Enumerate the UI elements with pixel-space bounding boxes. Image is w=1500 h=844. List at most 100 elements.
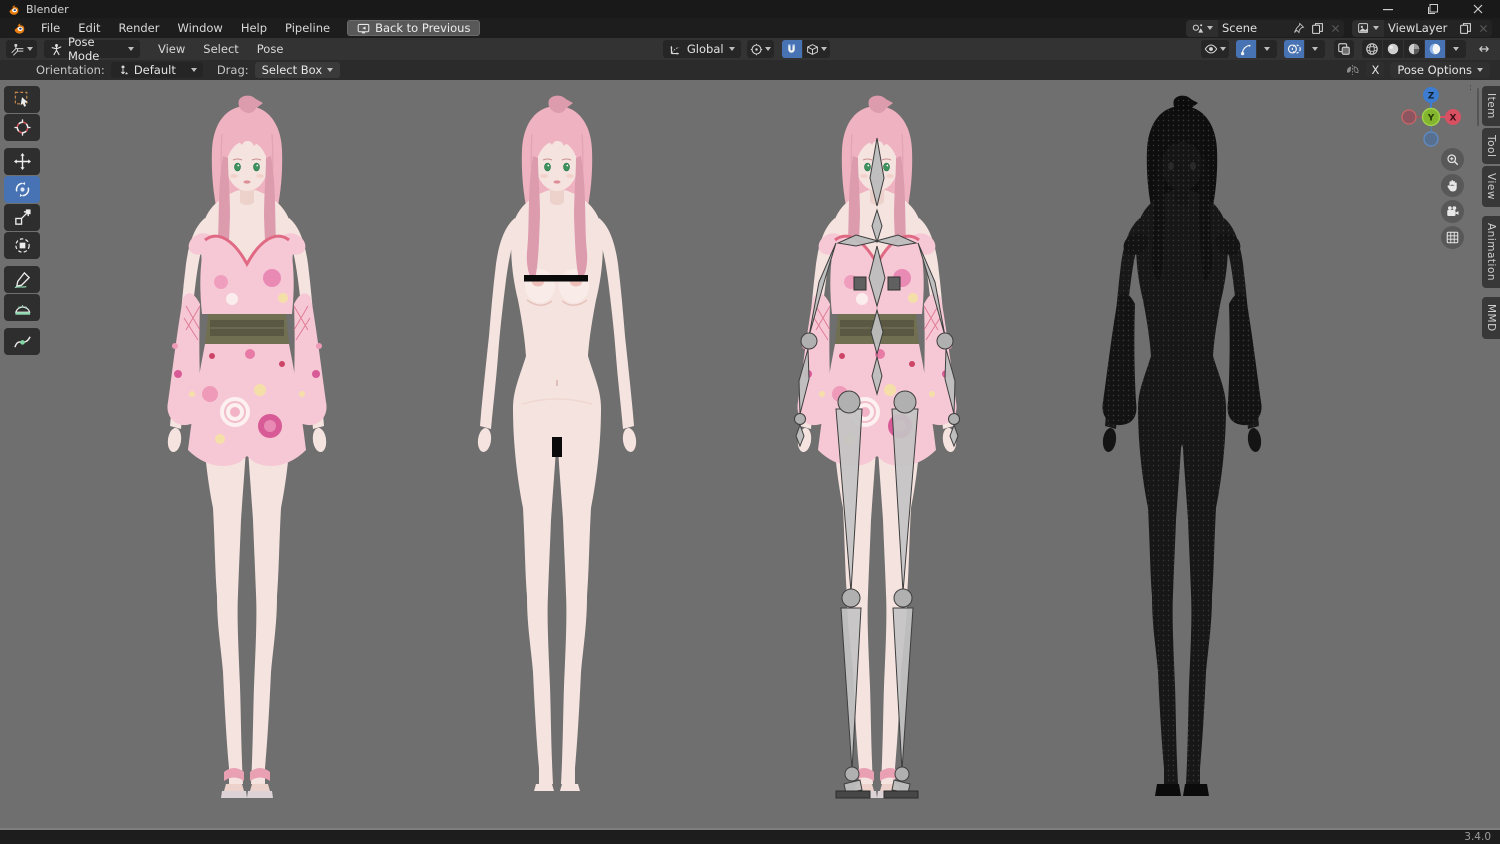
gizmo-axis-x-positive[interactable]: X: [1445, 109, 1461, 125]
shading-material-preview-button[interactable]: [1404, 40, 1425, 58]
sidebar-tab-mmd[interactable]: MMD: [1482, 297, 1500, 339]
chevron-down-icon: [1220, 47, 1227, 51]
svg-text:Y: Y: [1427, 114, 1435, 124]
sidebar-tab-view[interactable]: View: [1482, 166, 1500, 208]
drag-mode-dropdown[interactable]: Select Box: [254, 62, 341, 78]
x-icon: [1330, 23, 1341, 34]
blender-logo-icon: [12, 21, 26, 35]
scene-unlink-button[interactable]: [1327, 23, 1344, 34]
zoom-button[interactable]: [1441, 148, 1464, 171]
pose-mode-icon: [50, 43, 63, 56]
gizmo-axis-z-negative[interactable]: [1423, 131, 1439, 147]
sidebar-tab-tool[interactable]: Tool: [1482, 127, 1500, 165]
tool-measure[interactable]: [4, 294, 40, 321]
viewlayer-browse-button[interactable]: [1352, 19, 1384, 37]
menu-pipeline[interactable]: Pipeline: [276, 20, 339, 36]
pose-options-dropdown[interactable]: Pose Options: [1390, 62, 1490, 78]
scene-name-field[interactable]: Scene: [1218, 21, 1290, 35]
close-button[interactable]: [1455, 0, 1500, 18]
sidebar-tab-animation[interactable]: Animation: [1482, 216, 1500, 289]
shading-solid-button[interactable]: [1383, 40, 1404, 58]
mirror-x-label: X: [1371, 63, 1380, 77]
tool-cursor[interactable]: [4, 114, 40, 141]
blender-logo-icon: [7, 3, 20, 16]
duplicate-icon: [1459, 22, 1472, 35]
viewlayer-remove-button[interactable]: [1475, 23, 1492, 34]
viewlayer-name-field[interactable]: ViewLayer: [1384, 21, 1456, 35]
show-object-types-button[interactable]: [1201, 40, 1230, 58]
model-clothed[interactable]: [142, 94, 352, 814]
annotate-icon: [13, 270, 32, 289]
gizmos-settings-button[interactable]: [1257, 40, 1278, 58]
minimize-button[interactable]: [1365, 0, 1410, 18]
scene-browse-button[interactable]: [1186, 19, 1218, 37]
model-armature[interactable]: [772, 94, 982, 814]
model-body-censored[interactable]: [452, 94, 662, 814]
scene-pin-button[interactable]: [1290, 22, 1308, 34]
xray-toggle[interactable]: [1334, 40, 1355, 58]
pivot-point-button[interactable]: [746, 40, 774, 58]
viewlayer-new-button[interactable]: [1456, 22, 1475, 35]
shading-settings-button[interactable]: [1446, 40, 1467, 58]
tool-annotate[interactable]: [4, 266, 40, 293]
scene-new-button[interactable]: [1308, 22, 1327, 35]
orientation-global-icon: [669, 43, 682, 56]
sidebar-tab-item[interactable]: Item: [1482, 86, 1500, 126]
gizmo-axis-x-negative[interactable]: [1401, 109, 1417, 125]
menu-render[interactable]: Render: [110, 20, 169, 36]
viewport-edge-line: [0, 828, 1500, 830]
show-overlays-toggle[interactable]: [1284, 40, 1305, 58]
editor-type-button[interactable]: [6, 40, 37, 58]
menu-pose[interactable]: Pose: [249, 41, 292, 57]
back-to-previous-label: Back to Previous: [375, 21, 471, 35]
overlays-icon: [1287, 42, 1301, 56]
visibility-icon: [1204, 42, 1218, 56]
tool-pose-breakdowner[interactable]: [4, 328, 40, 355]
menu-window[interactable]: Window: [168, 20, 231, 36]
model-wireframe[interactable]: [1077, 94, 1287, 814]
blender-menu-button[interactable]: [6, 21, 32, 35]
tool-scale[interactable]: [4, 204, 40, 231]
tool-move[interactable]: [4, 148, 40, 175]
sidebar-collapse-handle[interactable]: :: [1469, 84, 1472, 93]
snap-settings-button[interactable]: [802, 40, 830, 58]
tool-select-box[interactable]: [4, 86, 40, 113]
shading-rendered-button[interactable]: [1425, 40, 1446, 58]
back-to-previous-button[interactable]: Back to Previous: [347, 20, 481, 36]
tool-rotate[interactable]: [4, 176, 40, 203]
menu-file[interactable]: File: [32, 20, 69, 36]
menu-select[interactable]: Select: [195, 41, 246, 57]
region-scrollbar[interactable]: [1477, 88, 1479, 126]
mode-selector[interactable]: Pose Mode: [44, 35, 140, 63]
orthographic-toggle-button[interactable]: [1441, 226, 1464, 249]
snap-toggle-button[interactable]: [781, 40, 802, 58]
mirror-x-toggle[interactable]: X: [1366, 62, 1385, 78]
solid-sphere-icon: [1386, 42, 1400, 56]
viewlayer-selector: ViewLayer: [1352, 19, 1492, 37]
3d-viewport[interactable]: Z X Y : Item Tool View Animation MMD: [0, 80, 1500, 830]
maximize-button[interactable]: [1410, 0, 1455, 18]
menu-view[interactable]: View: [150, 41, 193, 57]
titlebar: Blender: [0, 0, 1500, 18]
camera-icon: [1445, 204, 1460, 219]
toolbar: [4, 86, 40, 356]
tool-transform[interactable]: [4, 232, 40, 259]
show-gizmos-toggle[interactable]: [1236, 40, 1257, 58]
scene-icon: [1191, 22, 1204, 35]
overlays-settings-button[interactable]: [1305, 40, 1326, 58]
menu-help[interactable]: Help: [232, 20, 276, 36]
x-icon: [1478, 23, 1489, 34]
transform-orientation-selector[interactable]: Global: [662, 40, 741, 58]
pan-button[interactable]: [1441, 174, 1464, 197]
transform-icon: [13, 236, 32, 255]
menu-edit[interactable]: Edit: [69, 20, 109, 36]
header-overflow-button[interactable]: [1474, 40, 1494, 58]
orientation-dropdown[interactable]: Default: [110, 62, 203, 78]
pose-options-label: Pose Options: [1397, 63, 1472, 77]
gizmo-axis-y-positive[interactable]: Y: [1421, 107, 1441, 127]
gizmo-axis-z-positive[interactable]: Z: [1423, 87, 1439, 103]
orientation-value: Default: [133, 63, 176, 77]
camera-view-button[interactable]: [1441, 200, 1464, 223]
cursor-icon: [13, 118, 32, 137]
shading-wireframe-button[interactable]: [1362, 40, 1383, 58]
